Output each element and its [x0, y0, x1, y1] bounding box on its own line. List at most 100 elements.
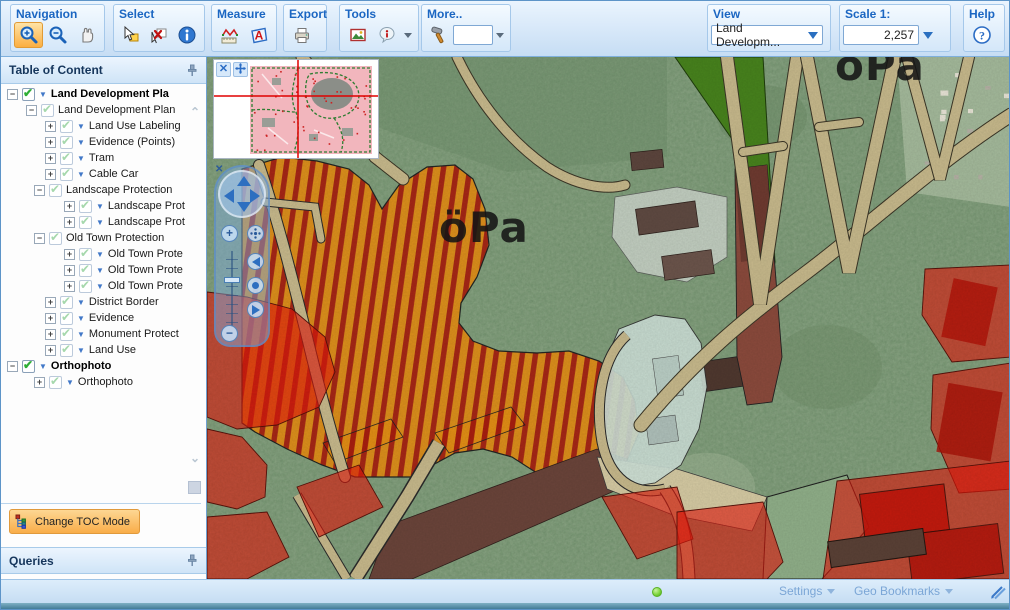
layer-menu-arrow-icon[interactable]: ▼: [96, 282, 104, 291]
full-extent-button[interactable]: [247, 225, 264, 242]
toc-item-label[interactable]: Orthophoto: [78, 376, 133, 388]
expand-icon[interactable]: +: [45, 121, 56, 132]
expand-icon[interactable]: +: [64, 265, 75, 276]
layer-checkbox[interactable]: ✔: [49, 184, 62, 197]
expand-icon[interactable]: +: [34, 377, 45, 388]
pan-button[interactable]: [72, 22, 101, 48]
layer-menu-arrow-icon[interactable]: ▼: [77, 346, 85, 355]
layer-checkbox[interactable]: ✔: [60, 120, 73, 133]
layer-menu-arrow-icon[interactable]: ▼: [66, 378, 74, 387]
layer-checkbox[interactable]: ✔: [60, 296, 73, 309]
toc-item[interactable]: +✔▼Old Town Prote: [1, 278, 189, 294]
zoom-in-widget-button[interactable]: +: [221, 225, 238, 242]
layer-checkbox[interactable]: ✔: [79, 264, 92, 277]
toc-item[interactable]: + ✔ ▼ District Border: [1, 294, 189, 310]
previous-extent-button[interactable]: [247, 253, 264, 270]
toc-item[interactable]: −✔Old Town Protection: [1, 230, 189, 246]
zoom-slider[interactable]: [226, 251, 238, 327]
layer-checkbox[interactable]: ✔: [41, 104, 54, 117]
queries-header[interactable]: Queries: [1, 547, 206, 574]
toc-item[interactable]: + ✔ ▼ Orthophoto: [1, 374, 189, 390]
settings-menu[interactable]: Settings: [779, 584, 835, 598]
toc-item[interactable]: +✔▼Old Town Prote: [1, 246, 189, 262]
geo-bookmarks-menu[interactable]: Geo Bookmarks: [854, 584, 953, 598]
layer-menu-arrow-icon[interactable]: ▼: [77, 138, 85, 147]
next-extent-button[interactable]: [247, 301, 264, 318]
toc-item-label[interactable]: Old Town Prote: [108, 248, 183, 260]
feature-info-balloon-button[interactable]: [372, 22, 401, 48]
toc-item-label[interactable]: Landscape Protection: [66, 184, 172, 196]
layer-checkbox[interactable]: ✔: [60, 312, 73, 325]
pan-right-icon[interactable]: [250, 189, 260, 203]
toc-item[interactable]: −✔ Land Development Plan: [1, 102, 189, 118]
measure-area-button[interactable]: A: [244, 22, 273, 48]
expand-icon[interactable]: +: [45, 297, 56, 308]
export-image-button[interactable]: [343, 22, 372, 48]
pan-down-icon[interactable]: [237, 202, 251, 212]
toc-item[interactable]: + ✔ ▼ Land Use Labeling: [1, 118, 189, 134]
layer-checkbox[interactable]: ✔: [79, 200, 92, 213]
layer-checkbox[interactable]: ✔: [49, 232, 62, 245]
inset-move-button[interactable]: [233, 62, 248, 77]
toc-item[interactable]: +✔▼Evidence: [1, 310, 189, 326]
layer-menu-arrow-icon[interactable]: ▼: [39, 90, 47, 99]
view-select[interactable]: Land Developm...: [711, 25, 823, 45]
layer-checkbox[interactable]: ✔: [60, 152, 73, 165]
toc-item[interactable]: +✔▼Landscape Prot: [1, 214, 189, 230]
layer-menu-arrow-icon[interactable]: ▼: [77, 170, 85, 179]
collapse-icon[interactable]: −: [34, 233, 45, 244]
toc-item-label[interactable]: Tram: [89, 152, 114, 164]
toc-item[interactable]: −✔Landscape Protection: [1, 182, 189, 198]
expand-icon[interactable]: +: [45, 345, 56, 356]
toc-item[interactable]: + ✔ ▼ Evidence (Points): [1, 134, 189, 150]
measure-distance-button[interactable]: [215, 22, 244, 48]
change-toc-mode-button[interactable]: Change TOC Mode: [9, 509, 140, 534]
map-viewport[interactable]: öPaöPa: [207, 57, 1010, 579]
layer-menu-arrow-icon[interactable]: ▼: [77, 314, 85, 323]
toc-item[interactable]: +✔▼Monument Protect: [1, 326, 189, 342]
layer-checkbox[interactable]: ✔: [79, 248, 92, 261]
expand-icon[interactable]: +: [45, 169, 56, 180]
custom-tool-button[interactable]: [425, 22, 453, 48]
scrollbar-down-icon[interactable]: ⌄: [190, 451, 200, 465]
layer-checkbox[interactable]: ✔: [60, 168, 73, 181]
layer-menu-arrow-icon[interactable]: ▼: [77, 154, 85, 163]
navwidget-close-button[interactable]: ✕: [215, 164, 223, 175]
toc-item[interactable]: +✔▼Landscape Prot: [1, 198, 189, 214]
tools-dropdown-caret[interactable]: [404, 33, 412, 38]
pan-left-icon[interactable]: [224, 189, 234, 203]
layer-checkbox[interactable]: ✔: [60, 136, 73, 149]
toc-item-label[interactable]: Orthophoto: [51, 360, 111, 372]
layer-menu-arrow-icon[interactable]: ▼: [77, 122, 85, 131]
layer-checkbox[interactable]: ✔: [49, 376, 62, 389]
toc-item[interactable]: −✔ ▼ Land Development Pla: [1, 86, 189, 102]
layer-checkbox[interactable]: ✔: [79, 280, 92, 293]
collapse-icon[interactable]: −: [7, 89, 18, 100]
pin-icon[interactable]: [186, 64, 198, 77]
help-button[interactable]: ?: [967, 22, 997, 48]
toc-item-label[interactable]: Land Development Pla: [51, 88, 169, 100]
toc-item-label[interactable]: Land Use: [89, 344, 136, 356]
toc-item-label[interactable]: Evidence (Points): [89, 136, 175, 148]
expand-icon[interactable]: +: [64, 217, 75, 228]
layer-checkbox[interactable]: ✔: [22, 88, 35, 101]
toc-item[interactable]: +✔▼Land Use: [1, 342, 189, 358]
layer-menu-arrow-icon[interactable]: ▼: [77, 298, 85, 307]
toc-item-label[interactable]: Cable Car: [89, 168, 139, 180]
toc-item-label[interactable]: Land Development Plan: [58, 104, 175, 116]
collapse-icon[interactable]: −: [26, 105, 37, 116]
scale-dropdown-button[interactable]: [923, 32, 933, 39]
layer-menu-arrow-icon[interactable]: ▼: [96, 202, 104, 211]
toc-item[interactable]: −✔▼Orthophoto: [1, 358, 189, 374]
expand-icon[interactable]: +: [45, 137, 56, 148]
toc-item-label[interactable]: Land Use Labeling: [89, 120, 181, 132]
scrollbar-up-icon[interactable]: ⌃: [190, 105, 200, 119]
clear-selection-button[interactable]: [145, 22, 173, 48]
expand-icon[interactable]: +: [45, 313, 56, 324]
expand-icon[interactable]: +: [64, 281, 75, 292]
layer-menu-arrow-icon[interactable]: ▼: [96, 250, 104, 259]
center-map-button[interactable]: [247, 277, 264, 294]
zoom-out-button[interactable]: [43, 22, 72, 48]
toc-item-label[interactable]: District Border: [89, 296, 159, 308]
expand-icon[interactable]: +: [64, 201, 75, 212]
